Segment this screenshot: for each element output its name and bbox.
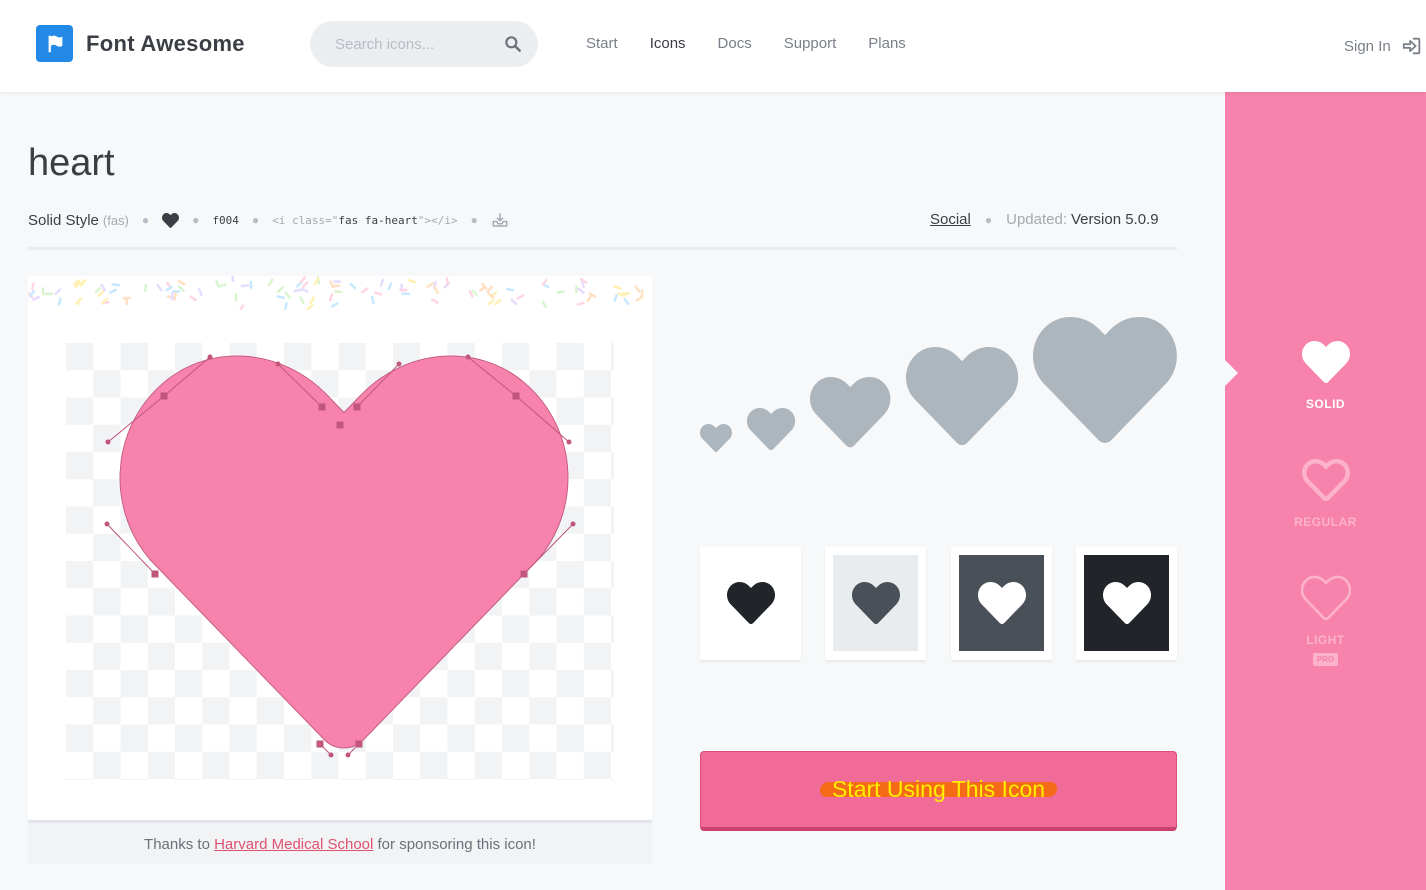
nav-plans[interactable]: Plans (868, 35, 906, 52)
heart-icon (162, 212, 180, 228)
nav-start[interactable]: Start (586, 35, 618, 52)
swatch-black-bg (1084, 555, 1169, 651)
heart-icon (1102, 581, 1151, 624)
heart-light-icon (1300, 575, 1351, 621)
snippet-close: "></i> (417, 213, 458, 227)
main-nav: Start Icons Docs Support Plans (586, 35, 938, 52)
icon-meta: Solid Style (fas) ● ● f004 ● <i class="f… (28, 211, 509, 229)
html-snippet[interactable]: <i class="fas fa-heart"></i> (272, 214, 457, 227)
search-input[interactable] (335, 34, 495, 54)
sponsor-prefix: Thanks to (144, 836, 210, 853)
swatch-white[interactable] (700, 547, 801, 660)
style-switcher: SOLID REGULAR LIGHT PRO (1225, 92, 1426, 890)
brand-logo[interactable]: Font Awesome (36, 25, 245, 62)
swatch-white-bg (708, 555, 793, 651)
download-icon[interactable] (491, 211, 509, 229)
swatch-dark-gray[interactable] (951, 547, 1052, 660)
sponsor-suffix: for sponsoring this icon! (377, 836, 536, 853)
style-label: Solid Style (28, 211, 99, 229)
unicode-value[interactable]: f004 (212, 214, 239, 227)
nav-icons[interactable]: Icons (650, 35, 686, 52)
swatch-light-gray-bg (833, 555, 918, 651)
heart-icon (851, 581, 900, 624)
style-label-light: LIGHT (1306, 633, 1345, 647)
pro-badge: PRO (1312, 653, 1339, 666)
start-using-button[interactable]: Start Using This Icon (700, 751, 1177, 831)
style-label-solid: SOLID (1305, 397, 1346, 411)
sign-in-icon (1402, 37, 1420, 55)
separator-dot: ● (192, 213, 200, 227)
style-option-solid[interactable]: SOLID (1225, 338, 1426, 411)
heart-icon (726, 581, 775, 624)
search-box (310, 21, 538, 67)
cta-highlight: Start Using This Icon (820, 776, 1057, 803)
heart-icon (977, 581, 1026, 624)
heart-size-5x-icon (1032, 316, 1177, 443)
sign-in-label: Sign In (1344, 37, 1391, 55)
heart-size-1x-icon (699, 423, 732, 452)
heart-solid-icon (1301, 340, 1350, 383)
separator-dot: ● (251, 213, 260, 227)
category-link[interactable]: Social (930, 211, 971, 228)
heart-size-3x-icon (809, 377, 891, 448)
style-prefix: (fas) (102, 212, 129, 228)
sprinkles-decoration (28, 276, 644, 310)
search-icon[interactable] (503, 34, 523, 54)
top-header: Font Awesome Start Icons Docs Support Pl… (0, 0, 1426, 92)
nav-support[interactable]: Support (784, 35, 837, 52)
sponsor-note: Thanks to Harvard Medical School for spo… (28, 820, 652, 864)
style-option-light[interactable]: LIGHT PRO (1225, 574, 1426, 667)
snippet-class: fas fa-heart (338, 213, 418, 227)
sign-in-link[interactable]: Sign In (1344, 35, 1423, 57)
heart-regular-icon (1301, 458, 1350, 502)
version-value: Version 5.0.9 (1071, 211, 1159, 228)
icon-meta-right: Social ● Updated: Version 5.0.9 (930, 211, 1159, 228)
separator-dot: ● (141, 213, 150, 227)
icon-size-samples (699, 316, 1177, 452)
flag-icon (36, 25, 73, 62)
heart-size-4x-icon (905, 347, 1019, 446)
heart-vector-preview (66, 343, 614, 780)
swatch-dark-gray-bg (959, 555, 1044, 651)
updated-label: Updated: (1006, 211, 1067, 228)
separator-dot: ● (470, 213, 478, 227)
sponsor-link[interactable]: Harvard Medical School (214, 836, 373, 853)
style-label-regular: REGULAR (1294, 515, 1357, 529)
nav-docs[interactable]: Docs (718, 35, 752, 52)
heart-size-2x-icon (746, 408, 796, 451)
cta-label: Start Using This Icon (831, 776, 1046, 802)
brand-name: Font Awesome (86, 30, 245, 56)
swatch-black[interactable] (1076, 547, 1177, 660)
icon-preview-panel: Thanks to Harvard Medical School for spo… (28, 276, 652, 864)
separator-dot: ● (984, 212, 993, 227)
style-option-regular[interactable]: REGULAR (1225, 456, 1426, 529)
divider (28, 247, 1177, 250)
snippet-open: <i class=" (272, 213, 339, 227)
swatch-light-gray[interactable] (825, 547, 926, 660)
icon-title: heart (28, 142, 115, 184)
